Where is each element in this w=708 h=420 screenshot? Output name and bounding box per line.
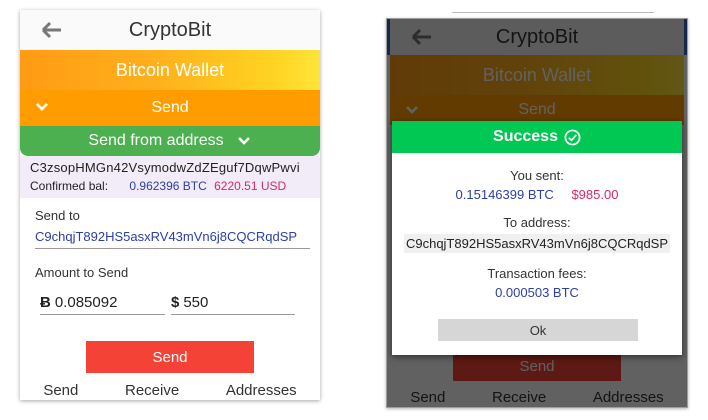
app-header: CryptoBit <box>20 10 320 50</box>
to-address-label: To address: <box>503 215 571 230</box>
send-from-label: Send from address <box>88 132 224 149</box>
btc-amount-field[interactable]: Ƀ 0.085092 <box>40 294 165 315</box>
confirmed-balance-label: Confirmed bal: <box>30 179 109 193</box>
nav-addresses[interactable]: Addresses <box>226 382 297 400</box>
sent-usd: $985.00 <box>571 187 619 202</box>
you-sent-label: You sent: <box>510 168 564 183</box>
send-to-input[interactable]: C9chqjT892HS5asxRV43mVn6j8CQCRqdSP <box>35 229 310 249</box>
sent-btc: 0.15146399 BTC <box>455 187 554 202</box>
to-address-value: C9chqjT892HS5asxRV43mVn6j8CQCRqdSP <box>403 234 671 253</box>
confirmed-balance-btc: 0.962396 BTC <box>129 179 207 193</box>
nav-receive[interactable]: Receive <box>125 382 179 400</box>
send-to-group: Send to C9chqjT892HS5asxRV43mVn6j8CQCRqd… <box>35 208 310 249</box>
usd-amount-field[interactable]: $ 550 <box>171 294 295 315</box>
send-to-label: Send to <box>35 208 80 223</box>
send-section-label: Send <box>151 99 189 116</box>
back-arrow-icon[interactable] <box>40 19 64 41</box>
sent-amount-section: You sent: 0.15146399 BTC $985.00 <box>392 168 682 202</box>
sent-values: 0.15146399 BTC $985.00 <box>392 187 682 202</box>
success-header: Success <box>392 121 682 153</box>
wallet-banner: Bitcoin Wallet <box>20 50 320 90</box>
success-screen: CryptoBit Bitcoin Wallet Send Send Send … <box>386 18 688 408</box>
fees-label: Transaction fees: <box>487 266 587 281</box>
btc-amount-input[interactable]: 0.085092 <box>55 294 118 311</box>
app-title: CryptoBit <box>128 18 212 41</box>
send-section-header[interactable]: Send <box>20 90 320 126</box>
send-screen: CryptoBit Bitcoin Wallet Send Send from … <box>20 10 320 400</box>
bottom-nav: Send Receive Addresses <box>20 374 320 400</box>
usd-amount-input[interactable]: 550 <box>183 294 208 311</box>
amount-group: Amount to Send Ƀ 0.085092 $ 550 <box>35 265 310 315</box>
ok-button[interactable]: Ok <box>438 319 638 341</box>
confirmed-balance: Confirmed bal: 0.962396 BTC 6220.51 USD <box>30 179 312 193</box>
amount-row: Ƀ 0.085092 $ 550 <box>35 294 310 315</box>
chevron-down-icon[interactable] <box>34 100 50 114</box>
success-title: Success <box>493 128 558 145</box>
send-from-address-toggle[interactable]: Send from address <box>20 126 320 156</box>
amount-label: Amount to Send <box>35 265 129 280</box>
success-dialog: Success You sent: 0.15146399 BTC $985.00… <box>392 121 682 355</box>
source-address-box: C3zsopHMGn42VsymodwZdZEguf7DqwPwvi Confi… <box>20 156 320 198</box>
bitcoin-icon: Ƀ <box>40 294 51 311</box>
fees-section: Transaction fees: 0.000503 BTC <box>392 266 682 300</box>
source-address: C3zsopHMGn42VsymodwZdZEguf7DqwPwvi <box>30 160 300 175</box>
nav-send[interactable]: Send <box>43 382 78 400</box>
fees-value: 0.000503 BTC <box>495 285 579 300</box>
check-circle-icon <box>564 129 581 145</box>
confirmed-balance-usd: 6220.51 USD <box>214 179 287 193</box>
dollar-icon: $ <box>171 294 180 311</box>
send-button[interactable]: Send <box>86 341 254 373</box>
divider-line <box>452 12 654 13</box>
chevron-down-icon[interactable] <box>236 134 252 148</box>
to-address-section: To address: C9chqjT892HS5asxRV43mVn6j8CQ… <box>392 215 682 253</box>
